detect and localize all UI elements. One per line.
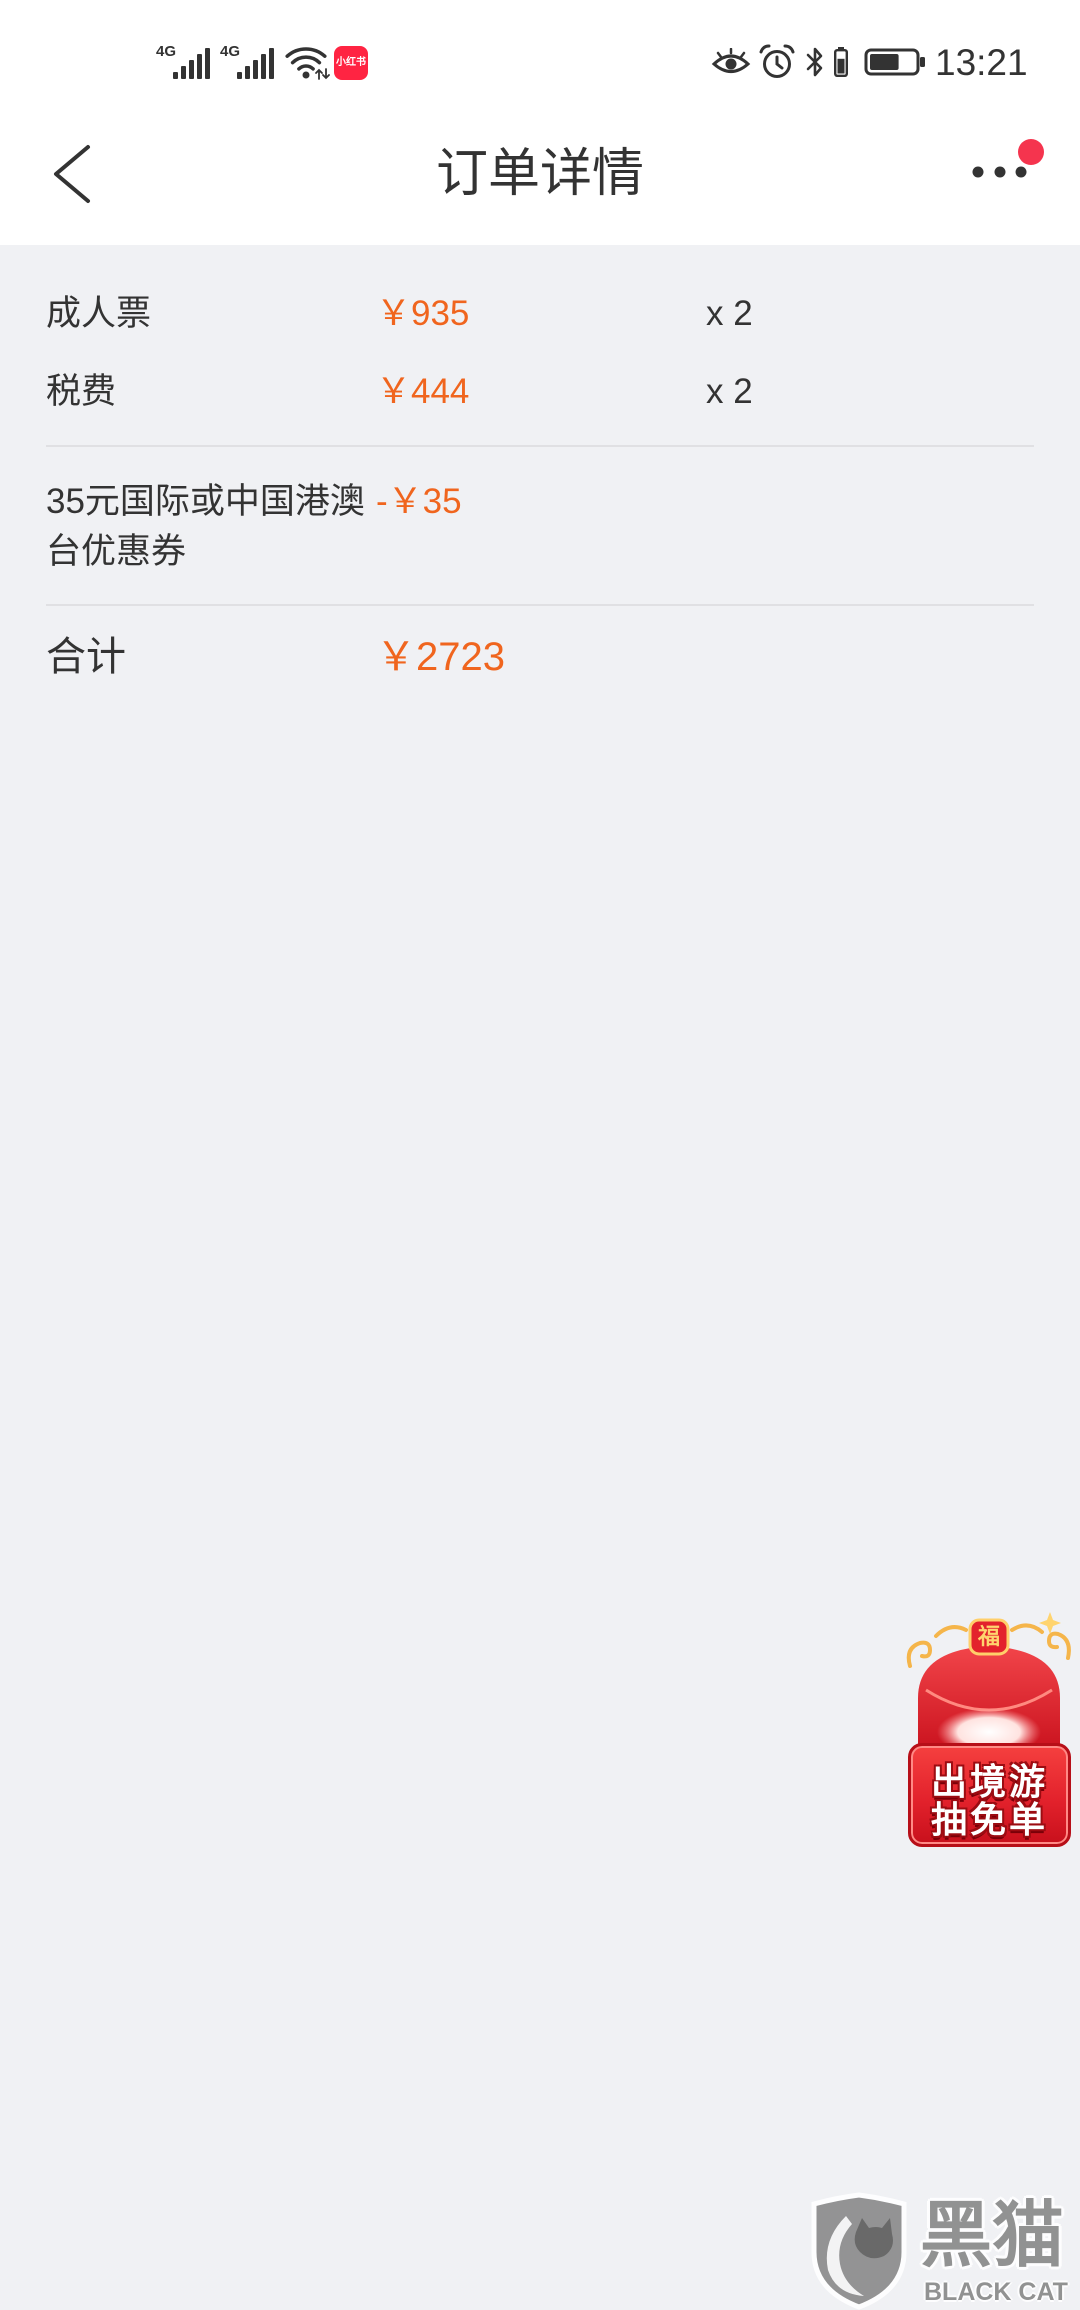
discount-coupon-item: 35元国际或中国港澳台优惠券 -￥35	[46, 477, 1034, 577]
promo-float-outbound-travel[interactable]: 福 出境游 抽免单	[900, 1606, 1078, 1852]
black-cat-watermark: 黑猫 BLACK CAT	[806, 2192, 1080, 2310]
notification-dot	[1018, 139, 1044, 165]
discount-label: 35元国际或中国港澳台优惠券	[46, 482, 365, 571]
bluetooth-device-battery-icon	[834, 47, 848, 77]
more-button[interactable]	[956, 136, 1056, 212]
total-label: 合计	[46, 635, 126, 679]
xiaohongshu-app-icon: 小红书	[334, 46, 368, 80]
promo-line-2: 抽免单	[930, 1799, 1048, 1840]
watermark-logo-text: 黑猫	[920, 2196, 1065, 2276]
sim1-network-type: 4G	[156, 43, 176, 60]
status-bar: 4G 4G 小红书 13:21	[0, 0, 1080, 120]
promo-line-1: 出境游	[930, 1761, 1048, 1802]
eye-comfort-icon	[711, 48, 751, 73]
wifi-icon	[285, 47, 330, 80]
page-title: 订单详情	[435, 145, 644, 203]
alarm-icon	[759, 44, 795, 78]
line-item-price: ￥935	[376, 294, 470, 333]
line-item-label: 成人票	[46, 294, 152, 333]
battery-level-fill	[870, 54, 899, 70]
signal-bars	[237, 48, 274, 79]
line-item-taxes: 税费 ￥444 x 2	[46, 366, 1034, 418]
fu-seal-text: 福	[977, 1624, 1000, 1649]
status-time: 13:21	[935, 42, 1028, 83]
line-item-quantity: x 2	[706, 372, 753, 411]
promo-banner: 出境游 抽免单	[908, 1743, 1071, 1847]
signal-4g-icon: 4G	[220, 43, 274, 79]
black-cat-shield-logo-icon	[811, 2192, 907, 2310]
line-item-quantity: x 2	[706, 294, 753, 333]
watermark-logo-subtext: BLACK CAT	[924, 2278, 1068, 2306]
line-item-price: ￥444	[376, 372, 470, 411]
total-amount: ￥2723	[376, 635, 505, 679]
signal-bars	[173, 48, 210, 79]
line-item-label: 税费	[46, 372, 117, 411]
sim2-network-type: 4G	[220, 43, 240, 60]
bluetooth-battery-level-fill	[837, 58, 845, 74]
divider	[46, 445, 1034, 447]
nav-header: 订单详情	[0, 120, 1080, 245]
order-total: 合计 ￥2723	[46, 627, 1034, 687]
signal-4g-icon: 4G	[156, 43, 210, 79]
app-badge-label: 小红书	[336, 57, 366, 68]
divider	[46, 604, 1034, 606]
line-item-adult-ticket: 成人票 ￥935 x 2	[46, 288, 1034, 340]
discount-amount: -￥35	[376, 482, 462, 521]
bluetooth-icon	[806, 47, 823, 77]
battery-icon	[864, 48, 925, 76]
